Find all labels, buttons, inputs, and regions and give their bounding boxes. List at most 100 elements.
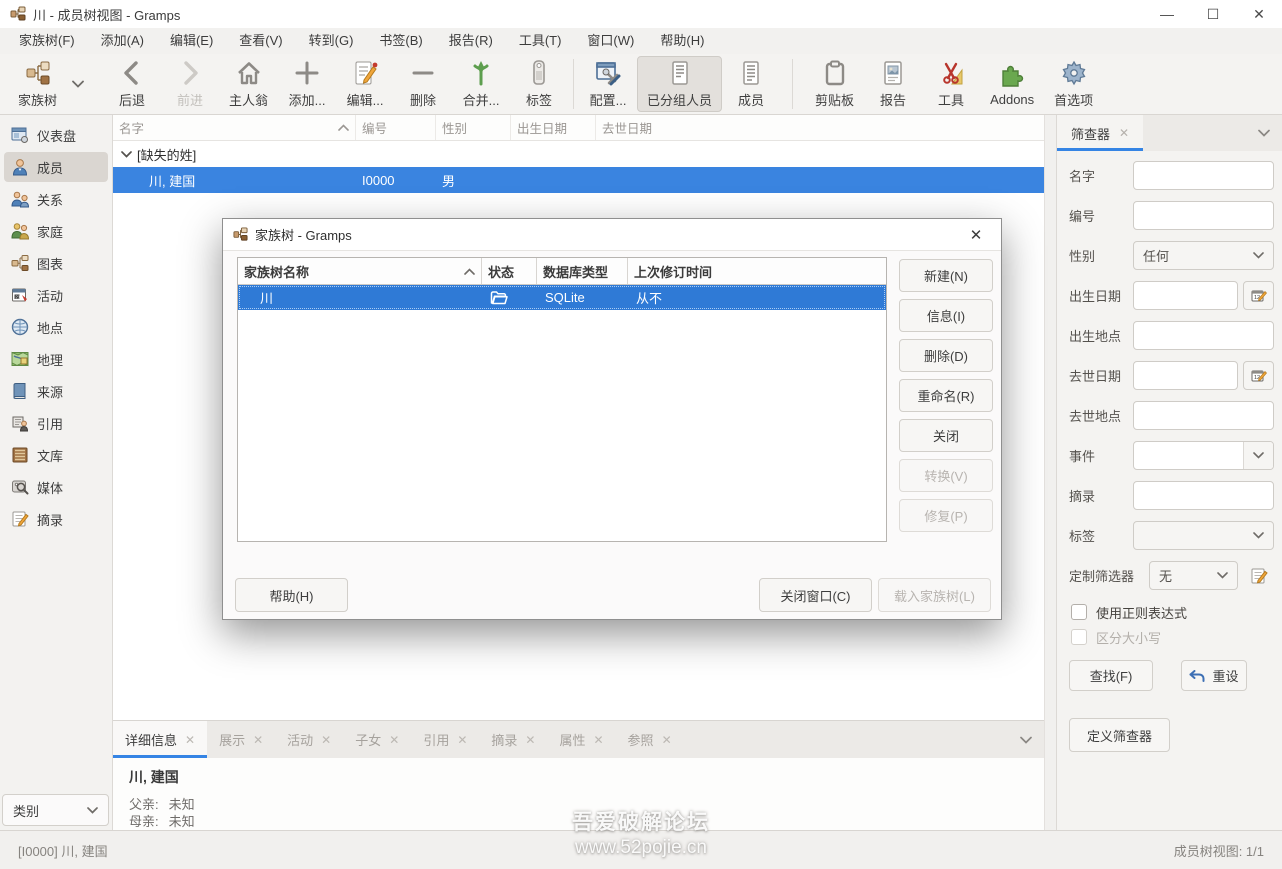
tab-references[interactable]: 参照✕ — [616, 721, 684, 758]
people-button[interactable]: 成员 — [722, 56, 780, 112]
close-tab-icon[interactable]: ✕ — [1119, 126, 1129, 140]
filter-event-combo[interactable] — [1133, 441, 1274, 470]
load-tree-button[interactable]: 载入家族树(L) — [878, 578, 991, 612]
tab-filter[interactable]: 筛查器 ✕ — [1057, 115, 1143, 151]
filter-gender-select[interactable]: 任何 — [1133, 241, 1274, 270]
menu-bookmarks[interactable]: 书签(B) — [366, 28, 435, 54]
define-filter-button[interactable]: 定义筛查器 — [1069, 718, 1170, 752]
maximize-button[interactable]: ☐ — [1190, 0, 1236, 28]
regex-checkbox[interactable] — [1071, 604, 1087, 620]
menu-tools[interactable]: 工具(T) — [506, 28, 575, 54]
forward-button[interactable]: 前进 — [161, 56, 219, 112]
tab-citations[interactable]: 引用✕ — [411, 721, 479, 758]
family-trees-dropdown[interactable] — [67, 56, 89, 112]
sidebar-item-charts[interactable]: 图表 — [4, 248, 108, 278]
sidebar-item-people[interactable]: 成员 — [4, 152, 108, 182]
filter-id-input[interactable] — [1133, 201, 1274, 230]
help-button[interactable]: 帮助(H) — [235, 578, 348, 612]
column-header-db-type[interactable]: 数据库类型 — [537, 258, 628, 284]
sidebar-item-places[interactable]: 地点 — [4, 312, 108, 342]
tab-gallery[interactable]: 展示✕ — [207, 721, 275, 758]
merge-button[interactable]: 合并... — [452, 56, 510, 112]
close-tab-icon[interactable]: ✕ — [185, 733, 195, 747]
filter-name-input[interactable] — [1133, 161, 1274, 190]
convert-button[interactable]: 转换(V) — [899, 459, 993, 492]
menu-edit[interactable]: 编辑(E) — [157, 28, 226, 54]
filter-death-place-input[interactable] — [1133, 401, 1274, 430]
tab-details[interactable]: 详细信息 ✕ — [113, 721, 207, 758]
sidebar-item-notes[interactable]: 摘录 — [4, 504, 108, 534]
case-sensitive-checkbox[interactable] — [1071, 629, 1087, 645]
close-tab-icon[interactable]: ✕ — [321, 733, 331, 747]
addons-button[interactable]: Addons — [980, 56, 1044, 112]
tab-events[interactable]: 活动✕ — [275, 721, 343, 758]
filter-birth-date-input[interactable] — [1133, 281, 1238, 310]
sidebar-item-citations[interactable]: 引用 — [4, 408, 108, 438]
repair-button[interactable]: 修复(P) — [899, 499, 993, 532]
filter-note-input[interactable] — [1133, 481, 1274, 510]
filter-event-dropdown[interactable] — [1243, 442, 1273, 469]
dialog-close-button[interactable]: ✕ — [961, 226, 991, 244]
filter-tag-select[interactable] — [1133, 521, 1274, 550]
tab-notes[interactable]: 摘录✕ — [479, 721, 547, 758]
collapse-sidebar-button[interactable] — [1246, 115, 1282, 151]
column-header-birth[interactable]: 出生日期 — [511, 115, 596, 140]
column-header-tree-name[interactable]: 家族树名称 — [238, 258, 482, 284]
sidebar-item-media[interactable]: 媒体 — [4, 472, 108, 502]
group-row-missing-surname[interactable]: [缺失的姓] — [113, 141, 1044, 167]
column-header-death[interactable]: 去世日期 — [596, 115, 1044, 140]
edit-custom-filter-button[interactable] — [1243, 561, 1274, 590]
close-tab-icon[interactable]: ✕ — [253, 733, 263, 747]
sidebar-item-relationships[interactable]: 关系 — [4, 184, 108, 214]
menu-help[interactable]: 帮助(H) — [647, 28, 717, 54]
clipboard-button[interactable]: 剪贴板 — [805, 56, 864, 112]
category-selector[interactable]: 类别 — [2, 794, 109, 826]
sidebar-item-events[interactable]: 21 活动 — [4, 280, 108, 310]
tools-button[interactable]: 工具 — [922, 56, 980, 112]
regex-checkbox-row[interactable]: 使用正则表达式 — [1071, 601, 1274, 623]
add-button[interactable]: 添加... — [278, 56, 336, 112]
menu-family-tree[interactable]: 家族树(F) — [6, 28, 88, 54]
column-header-id[interactable]: 编号 — [356, 115, 436, 140]
home-button[interactable]: 主人翁 — [219, 56, 278, 112]
menu-go[interactable]: 转到(G) — [296, 28, 367, 54]
menu-view[interactable]: 查看(V) — [226, 28, 295, 54]
minimize-button[interactable]: — — [1144, 0, 1190, 28]
scrollbar[interactable] — [1044, 115, 1056, 830]
filter-event-input[interactable] — [1134, 442, 1243, 469]
close-tab-icon[interactable]: ✕ — [593, 733, 603, 747]
tab-children[interactable]: 子女✕ — [343, 721, 411, 758]
configure-button[interactable]: 配置... — [579, 56, 637, 112]
collapse-panel-button[interactable] — [1008, 721, 1044, 758]
close-tree-button[interactable]: 关闭 — [899, 419, 993, 452]
column-header-last-modified[interactable]: 上次修订时间 — [628, 258, 886, 284]
sidebar-item-sources[interactable]: 来源 — [4, 376, 108, 406]
case-sensitive-checkbox-row[interactable]: 区分大小写 — [1071, 626, 1274, 648]
sidebar-item-families[interactable]: 家庭 — [4, 216, 108, 246]
edit-button[interactable]: 编辑... — [336, 56, 394, 112]
reports-button[interactable]: 报告 — [864, 56, 922, 112]
menu-windows[interactable]: 窗口(W) — [574, 28, 647, 54]
close-tab-icon[interactable]: ✕ — [525, 733, 535, 747]
grouped-people-button[interactable]: 已分组人员 — [637, 56, 722, 112]
find-button[interactable]: 查找(F) — [1069, 660, 1153, 691]
new-tree-button[interactable]: 新建(N) — [899, 259, 993, 292]
sidebar-item-repositories[interactable]: 文库 — [4, 440, 108, 470]
delete-tree-button[interactable]: 删除(D) — [899, 339, 993, 372]
birth-date-picker-button[interactable]: 12 — [1243, 281, 1274, 310]
sidebar-item-geography[interactable]: 地理 — [4, 344, 108, 374]
back-button[interactable]: 后退 — [103, 56, 161, 112]
rename-button[interactable]: 重命名(R) — [899, 379, 993, 412]
close-tab-icon[interactable]: ✕ — [389, 733, 399, 747]
column-header-status[interactable]: 状态 — [482, 258, 537, 284]
death-date-picker-button[interactable]: 12 — [1243, 361, 1274, 390]
reset-button[interactable]: 重设 — [1181, 660, 1247, 691]
menu-add[interactable]: 添加(A) — [88, 28, 157, 54]
filter-birth-place-input[interactable] — [1133, 321, 1274, 350]
preferences-button[interactable]: 首选项 — [1044, 56, 1103, 112]
remove-button[interactable]: 删除 — [394, 56, 452, 112]
close-window-button[interactable]: 关闭窗口(C) — [759, 578, 872, 612]
close-tab-icon[interactable]: ✕ — [457, 733, 467, 747]
column-header-gender[interactable]: 性别 — [436, 115, 511, 140]
person-row-selected[interactable]: 川, 建国 I0000 男 — [113, 167, 1044, 193]
